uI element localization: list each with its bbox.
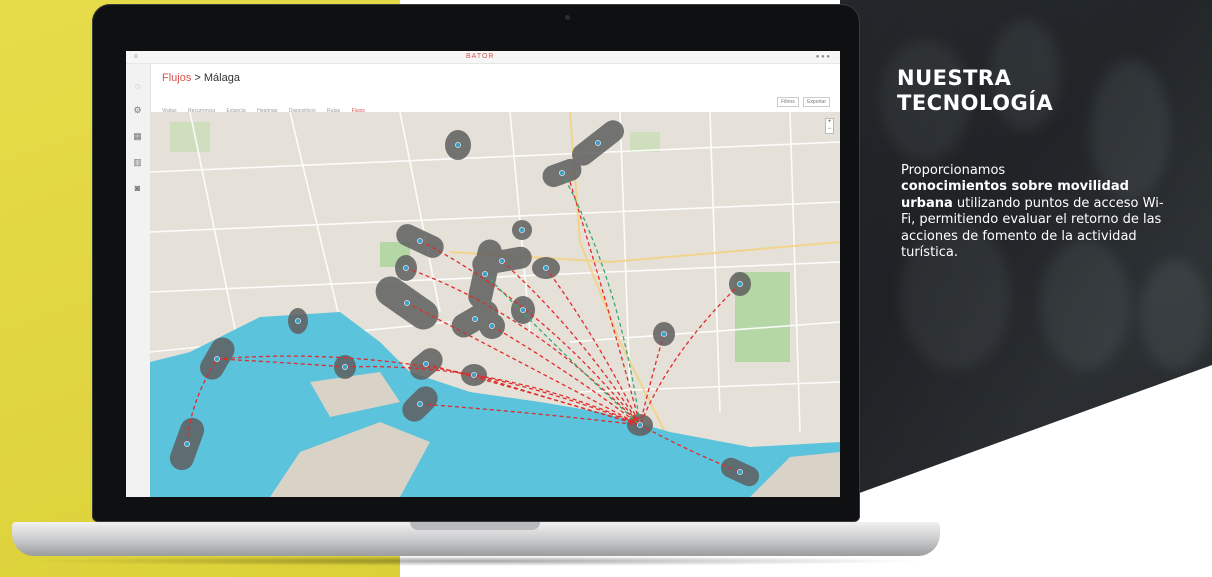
breadcrumb-current: Málaga	[203, 72, 240, 84]
app-topbar: ≡ BATOR ● ● ●	[126, 51, 840, 64]
breadcrumb-root[interactable]: Flujos	[162, 72, 191, 84]
flow-map[interactable]: + −	[150, 112, 840, 497]
tab-bar: Visitas Recurrencia Estancia Heatmap Dis…	[162, 99, 372, 115]
tech-description-intro: Proporcionamos	[901, 163, 1006, 178]
filter-button[interactable]: Filtros	[777, 97, 799, 107]
export-button[interactable]: Exportar	[803, 97, 830, 107]
chart-icon[interactable]: ▥	[133, 158, 142, 167]
camera-icon	[565, 15, 570, 20]
laptop-screen: ≡ BATOR ● ● ● ◌ ⚙ ▦ ▥ ◙ Flujos > Málaga …	[126, 51, 840, 497]
breadcrumb-separator: >	[191, 72, 204, 84]
tech-description: Proporcionamos conocimientos sobre movil…	[901, 163, 1176, 261]
tech-heading: NUESTRA TECNOLOGÍA	[897, 66, 1157, 116]
laptop-notch	[410, 522, 540, 530]
logo-icon[interactable]: ◌	[133, 82, 142, 91]
pin-icon[interactable]: ◙	[133, 184, 142, 193]
menu-icon[interactable]: ≡	[134, 54, 138, 60]
map-canvas	[150, 112, 840, 497]
zoom-control[interactable]: + −	[825, 118, 834, 134]
breadcrumb: Flujos > Málaga	[162, 72, 240, 84]
laptop-shadow	[24, 556, 928, 566]
tech-heading-line2: TECNOLOGÍA	[897, 91, 1054, 115]
user-menu[interactable]: ● ● ●	[816, 54, 830, 60]
settings-icon[interactable]: ⚙	[133, 106, 142, 115]
grid-icon[interactable]: ▦	[133, 132, 142, 141]
app-sidebar: ◌ ⚙ ▦ ▥ ◙	[126, 64, 151, 497]
app-brand: BATOR	[466, 53, 495, 60]
tech-heading-line1: NUESTRA	[897, 66, 1012, 90]
map-toolbar: Filtros Exportar	[774, 97, 830, 107]
